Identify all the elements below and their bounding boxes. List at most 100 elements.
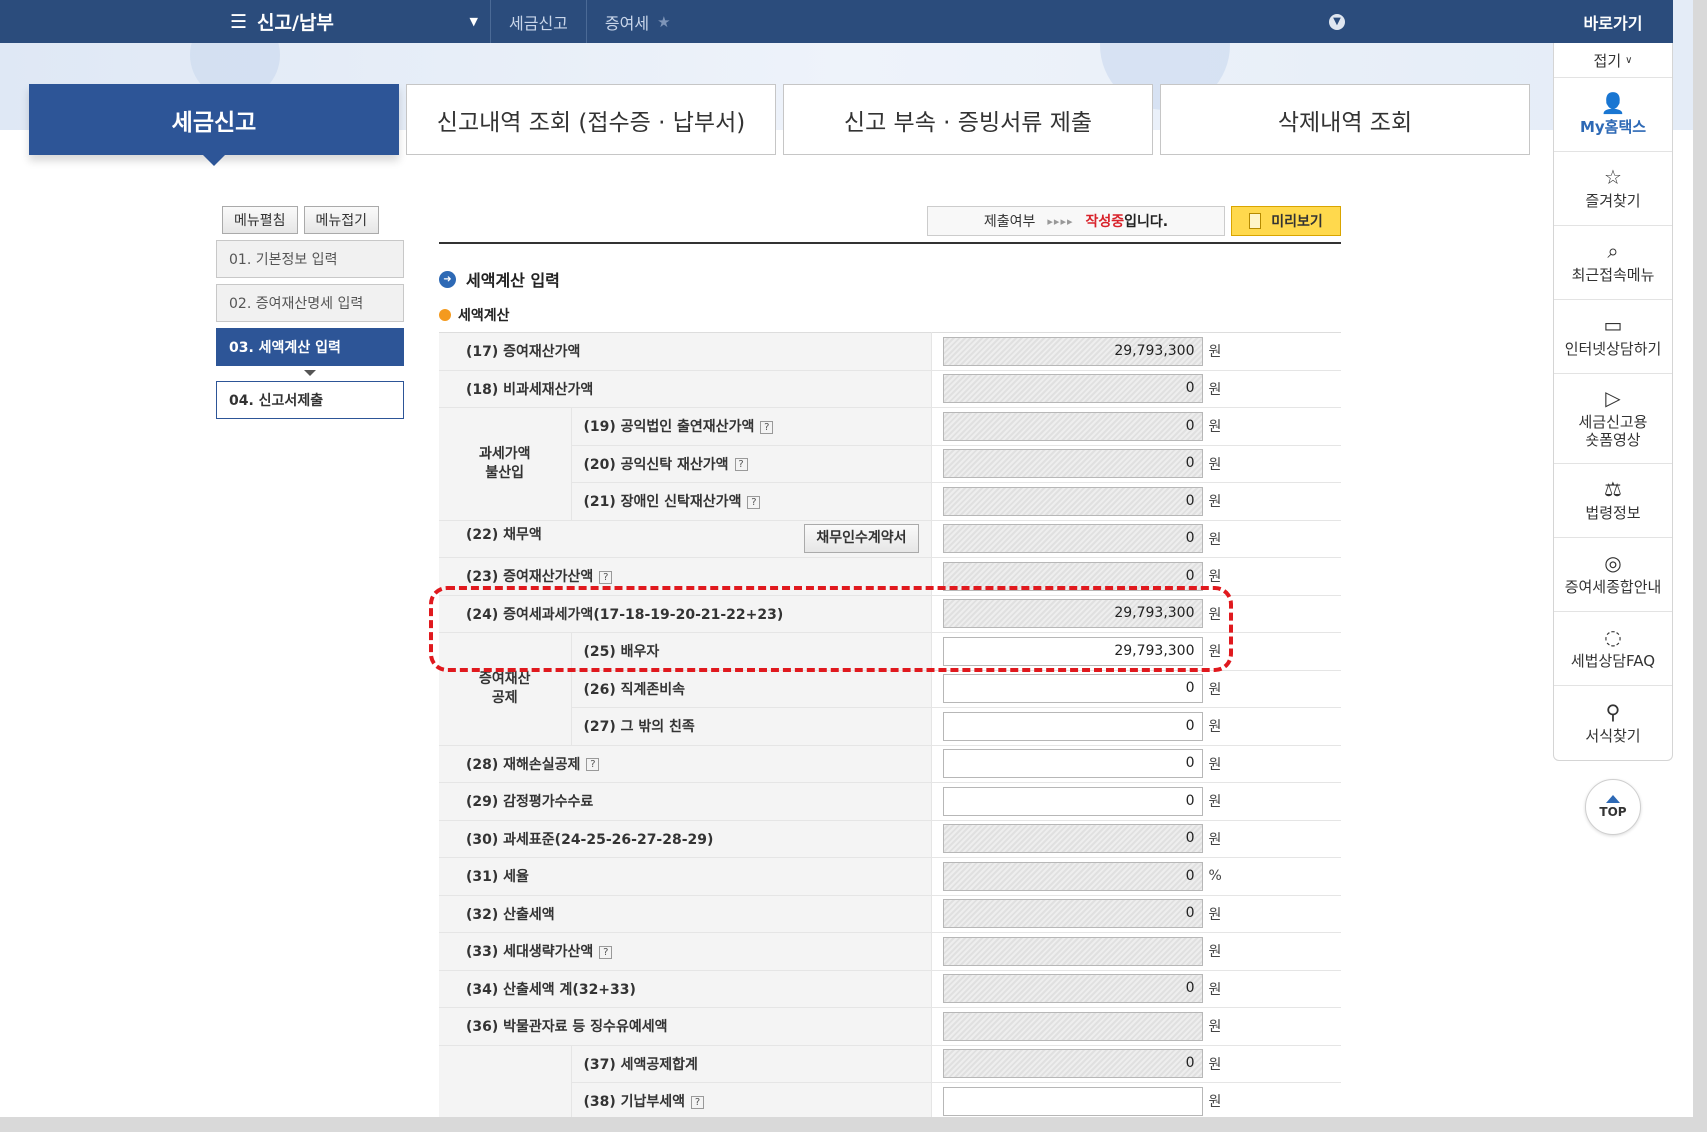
table-row: (34) 산출세액 계(32+33) 0원 <box>439 970 1341 1008</box>
help-icon[interactable]: ? <box>586 758 600 772</box>
arrow-up-icon <box>1606 795 1620 803</box>
step-menu: 메뉴펼침 메뉴접기 01. 기본정보 입력 02. 증여재산명세 입력 03. … <box>216 206 404 425</box>
favorite-star-icon[interactable]: ★ <box>657 13 670 31</box>
chat-icon: ◌ <box>1604 625 1622 649</box>
breadcrumb-item[interactable]: 세금신고 <box>490 0 586 43</box>
help-icon[interactable]: ? <box>691 1095 705 1109</box>
non-taxable-field: 0 <box>942 374 1203 404</box>
quick-my-hometax[interactable]: 👤 My홈택스 <box>1554 78 1672 152</box>
submit-status-bar: 제출여부 ▸▸▸▸ 작성중입니다. 미리보기 <box>439 206 1341 236</box>
debt-contract-button[interactable]: 채무인수계약서 <box>804 524 919 554</box>
tax-calc-table: (17) 증여재산가액 29,793,300 원 (18) 비과세재산가액 0원 … <box>439 332 1341 1117</box>
breadcrumb-item[interactable]: 증여세 ★ <box>585 0 689 43</box>
disaster-deduction-input[interactable]: 0 <box>942 749 1203 779</box>
quick-faq[interactable]: ◌ 세법상담FAQ <box>1554 612 1672 686</box>
table-row: (28) 재해손실공제? 0원 <box>439 745 1341 783</box>
top-navigation-bar: ☰ 신고/납부 ▼ 세금신고 증여세 ★ ▼ <box>0 0 1553 43</box>
table-row: 증여재산 공제 (25) 배우자 29,793,300 원 <box>439 632 1341 746</box>
tab-tax-report[interactable]: 세금신고 <box>29 84 399 166</box>
collapse-menu-button[interactable]: 메뉴접기 <box>303 206 380 234</box>
section-title: ➜ 세액계산 입력 <box>439 267 1341 291</box>
hamburger-icon: ☰ <box>230 10 248 33</box>
help-icon[interactable]: ? <box>599 945 613 959</box>
public-trust-field: 0 <box>942 449 1203 479</box>
relative-deduction-input[interactable]: 0 <box>942 711 1203 741</box>
monitor-icon: ▭ <box>1603 313 1623 337</box>
disabled-trust-field: 0 <box>942 486 1203 516</box>
arrow-circle-icon: ➜ <box>439 270 456 288</box>
play-icon: ▷ <box>1605 386 1621 410</box>
help-icon[interactable]: ? <box>747 495 761 509</box>
total-calculated-tax-field: 0 <box>942 974 1203 1004</box>
table-row: (27) 그 밖의 친족 0원 <box>439 707 1341 746</box>
table-row: (17) 증여재산가액 29,793,300 원 <box>439 332 1341 371</box>
chevron-down-icon: ∨ <box>1625 54 1633 66</box>
table-row: (21) 장애인 신탁재산가액? 0원 <box>439 482 1341 521</box>
table-row: (32) 산출세액 0원 <box>439 895 1341 933</box>
document-icon <box>1249 213 1262 229</box>
quick-menu: 바로가기 접기 ∨ 👤 My홈택스 ☆ 즐겨찾기 ⌕ 최근접속메뉴 ▭ 인터넷상담하기 ▷… <box>1553 0 1673 835</box>
tab-report-history[interactable]: 신고내역 조회 (접수증 · 납부서) <box>406 84 776 155</box>
group-label: 증여재산 공제 <box>439 632 572 746</box>
fold-button[interactable]: 접기 ∨ <box>1554 43 1672 78</box>
step-arrow-icon <box>304 370 316 376</box>
quick-menu-title: 바로가기 <box>1553 0 1673 43</box>
expand-menu-button[interactable]: 메뉴펼침 <box>222 206 298 234</box>
calculated-tax-field: 0 <box>942 899 1203 929</box>
step-gift-property[interactable]: 02. 증여재산명세 입력 <box>216 284 404 322</box>
debt-field: 0 <box>942 524 1203 554</box>
table-row: (36) 박물관자료 등 징수유예세액 원 <box>439 1007 1341 1046</box>
help-icon[interactable]: ? <box>760 420 774 434</box>
help-icon[interactable]: ? <box>599 570 613 584</box>
table-row: (30) 과세표준(24-25-26-27-28-29) 0원 <box>439 820 1341 858</box>
tax-credit-total-field: 0 <box>942 1049 1203 1079</box>
public-corp-field: 0 <box>942 411 1203 441</box>
page: ☰ 신고/납부 ▼ 세금신고 증여세 ★ ▼ 세금신고 신고내역 조회 (접수증 … <box>0 0 1693 1117</box>
appraisal-fee-input[interactable]: 0 <box>942 786 1203 816</box>
step-tax-calc[interactable]: 03. 세액계산 입력 <box>216 328 404 366</box>
table-row: (22) 채무액 채무인수계약서 0원 <box>439 520 1341 558</box>
prepaid-tax-input[interactable] <box>942 1086 1203 1116</box>
quick-recent-menu[interactable]: ⌕ 최근접속메뉴 <box>1554 226 1672 300</box>
search-icon: ⚲ <box>1605 699 1621 724</box>
divider <box>439 242 1341 244</box>
status-state: 작성중 <box>1085 214 1125 230</box>
spouse-deduction-input[interactable]: 29,793,300 <box>942 636 1203 666</box>
tab-deleted-history[interactable]: 삭제내역 조회 <box>1160 84 1530 155</box>
table-row: (18) 비과세재산가액 0원 <box>439 370 1341 408</box>
table-row: (29) 감정평가수수료 0원 <box>439 782 1341 821</box>
quick-form-search[interactable]: ⚲ 서식찾기 <box>1554 686 1672 760</box>
table-row: (24) 증여세과세가액(17-18-19-20-21-22+23) 29,79… <box>439 595 1341 633</box>
tax-rate-field: 0 <box>942 861 1203 891</box>
step-submit[interactable]: 04. 신고서제출 <box>216 381 404 419</box>
generation-skip-field <box>942 936 1203 966</box>
quick-online-consult[interactable]: ▭ 인터넷상담하기 <box>1554 300 1672 374</box>
preview-button[interactable]: 미리보기 <box>1231 206 1341 236</box>
coins-icon: ◎ <box>1604 551 1622 575</box>
table-row: (37) 세액공제합계 0원 <box>439 1045 1341 1117</box>
taxable-value-field: 29,793,300 <box>942 599 1203 629</box>
main-tabs: 세금신고 신고내역 조회 (접수증 · 납부서) 신고 부속 · 증빙서류 제출… <box>29 84 1530 166</box>
quick-gift-tax-guide[interactable]: ◎ 증여세종합안내 <box>1554 538 1672 612</box>
step-basic-info[interactable]: 01. 기본정보 입력 <box>216 240 404 278</box>
help-icon[interactable]: ? <box>734 458 748 472</box>
user-icon: 👤 <box>1600 91 1626 115</box>
table-row: (38) 기납부세액? 원 <box>439 1082 1341 1117</box>
recent-search-icon: ⌕ <box>1607 239 1619 263</box>
gavel-icon: ⚖ <box>1604 477 1622 501</box>
star-icon: ☆ <box>1604 165 1622 189</box>
tab-attachment-submit[interactable]: 신고 부속 · 증빙서류 제출 <box>783 84 1153 155</box>
chevron-down-icon[interactable]: ▼ <box>1329 13 1345 30</box>
table-row: (20) 공익신탁 재산가액? 0원 <box>439 445 1341 483</box>
caret-down-icon: ▼ <box>469 15 478 28</box>
quick-shortform-video[interactable]: ▷ 세금신고용 숏폼영상 <box>1554 374 1672 464</box>
scroll-top-button[interactable]: TOP <box>1585 779 1641 835</box>
main-content: 제출여부 ▸▸▸▸ 작성중입니다. 미리보기 ➜ 세액계산 입력 세액계산 (1… <box>439 206 1341 1117</box>
lineal-deduction-input[interactable]: 0 <box>942 674 1203 704</box>
menu-button[interactable]: ☰ 신고/납부 ▼ <box>230 8 490 35</box>
quick-law-info[interactable]: ⚖ 법령정보 <box>1554 464 1672 538</box>
quick-favorites[interactable]: ☆ 즐겨찾기 <box>1554 152 1672 226</box>
sub-title: 세액계산 <box>439 305 1341 325</box>
table-row: (31) 세율 0% <box>439 857 1341 896</box>
bullet-icon <box>439 309 451 321</box>
